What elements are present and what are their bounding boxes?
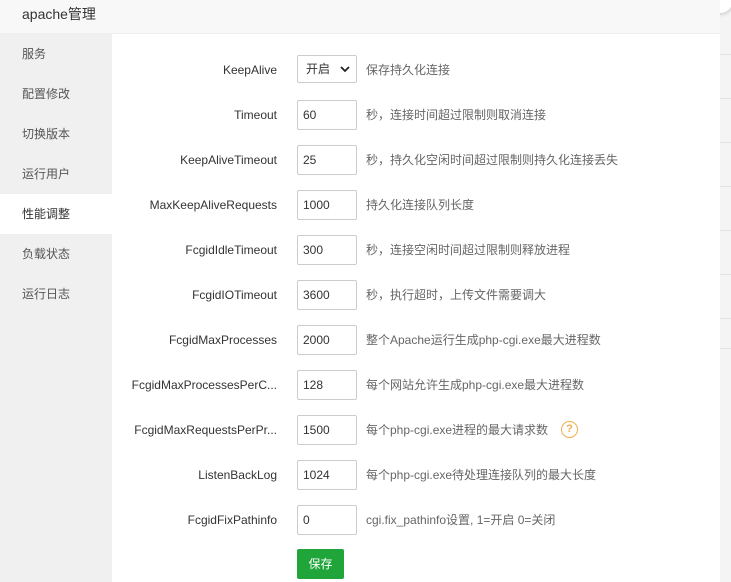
fcgid-max-processes-per-class-desc: 每个网站允许生成php-cgi.exe最大进程数 [366,378,585,392]
fcgid-io-timeout-desc: 秒，执行超时，上传文件需要调大 [366,288,547,302]
sidebar-item-performance[interactable]: 性能调整 [0,194,112,234]
fcgid-idle-timeout-input[interactable] [297,235,357,265]
dialog-header: apache管理 [0,0,720,34]
keepalive-select[interactable]: 开启 [297,55,357,83]
performance-settings-form: KeepAlive 开启 保存持久化连接 Timeout 秒，连接时间超过限制则… [112,34,720,582]
listen-backlog-desc: 每个php-cgi.exe待处理连接队列的最大长度 [366,468,597,482]
form-row-listen-backlog: ListenBackLog 每个php-cgi.exe待处理连接队列的最大长度 [112,459,720,491]
listen-backlog-input[interactable] [297,460,357,490]
form-row-max-keepalive-requests: MaxKeepAliveRequests 持久化连接队列长度 [112,189,720,221]
fcgid-max-processes-per-class-input[interactable] [297,370,357,400]
fcgid-max-processes-input[interactable] [297,325,357,355]
max-keepalive-requests-input[interactable] [297,190,357,220]
fcgid-fix-pathinfo-input[interactable] [297,505,357,535]
sidebar-item-load-status[interactable]: 负载状态 [0,234,112,274]
fcgid-max-requests-per-process-input[interactable] [297,415,357,445]
form-row-keepalive: KeepAlive 开启 保存持久化连接 [112,54,720,86]
max-keepalive-requests-desc: 持久化连接队列长度 [366,198,475,212]
form-row-fcgid-idle-timeout: FcgidIdleTimeout 秒，连接空闲时间超过限制则释放进程 [112,234,720,266]
keepalive-timeout-label: KeepAliveTimeout [180,153,277,167]
max-keepalive-requests-label: MaxKeepAliveRequests [149,198,277,212]
keepalive-select-value: 开启 [306,62,331,76]
keepalive-timeout-desc: 秒，持久化空闲时间超过限制则持久化连接丢失 [366,153,619,167]
sidebar: 服务 配置修改 切换版本 运行用户 性能调整 负载状态 运行日志 [0,34,112,582]
listen-backlog-label: ListenBackLog [198,468,277,482]
fcgid-io-timeout-input[interactable] [297,280,357,310]
keepalive-label: KeepAlive [222,63,277,77]
fcgid-idle-timeout-desc: 秒，连接空闲时间超过限制则释放进程 [366,243,571,257]
form-row-timeout: Timeout 秒，连接时间超过限制则取消连接 [112,99,720,131]
sidebar-item-version[interactable]: 切换版本 [0,114,112,154]
form-row-fcgid-max-processes-per-class: FcgidMaxProcessesPerC... 每个网站允许生成php-cgi… [112,369,720,401]
apache-manager-dialog: apache管理 服务 配置修改 切换版本 运行用户 性能调整 负载状态 运行日… [0,0,720,582]
fcgid-idle-timeout-label: FcgidIdleTimeout [185,243,277,257]
background-page-edge [720,0,731,582]
sidebar-item-service[interactable]: 服务 [0,34,112,74]
form-row-fcgid-fix-pathinfo: FcgidFixPathinfo cgi.fix_pathinfo设置, 1=开… [112,504,720,536]
fcgid-max-processes-label: FcgidMaxProcesses [168,333,277,347]
sidebar-item-config[interactable]: 配置修改 [0,74,112,114]
timeout-input[interactable] [297,100,357,130]
question-circle-icon[interactable]: ? [561,421,578,438]
keepalive-desc: 保存持久化连接 [366,63,451,77]
keepalive-timeout-input[interactable] [297,145,357,175]
sidebar-item-run-log[interactable]: 运行日志 [0,274,112,314]
dialog-title: apache管理 [22,6,96,22]
sidebar-item-run-user[interactable]: 运行用户 [0,154,112,194]
fcgid-io-timeout-label: FcgidIOTimeout [192,288,277,302]
fcgid-max-requests-per-process-desc: 每个php-cgi.exe进程的最大请求数 [366,423,549,437]
fcgid-max-requests-per-process-label: FcgidMaxRequestsPerPr... [134,423,277,437]
fcgid-fix-pathinfo-label: FcgidFixPathinfo [187,513,277,527]
form-row-keepalive-timeout: KeepAliveTimeout 秒，持久化空闲时间超过限制则持久化连接丢失 [112,144,720,176]
form-row-fcgid-max-requests-per-process: FcgidMaxRequestsPerPr... 每个php-cgi.exe进程… [112,414,720,446]
fcgid-fix-pathinfo-desc: cgi.fix_pathinfo设置, 1=开启 0=关闭 [366,513,556,527]
save-button[interactable]: 保存 [297,549,344,579]
chevron-down-icon [340,66,350,73]
fcgid-max-processes-desc: 整个Apache运行生成php-cgi.exe最大进程数 [366,333,601,347]
timeout-desc: 秒，连接时间超过限制则取消连接 [366,108,547,122]
fcgid-max-processes-per-class-label: FcgidMaxProcessesPerC... [131,378,277,392]
timeout-label: Timeout [234,108,277,122]
form-row-fcgid-io-timeout: FcgidIOTimeout 秒，执行超时，上传文件需要调大 [112,279,720,311]
form-row-fcgid-max-processes: FcgidMaxProcesses 整个Apache运行生成php-cgi.ex… [112,324,720,356]
